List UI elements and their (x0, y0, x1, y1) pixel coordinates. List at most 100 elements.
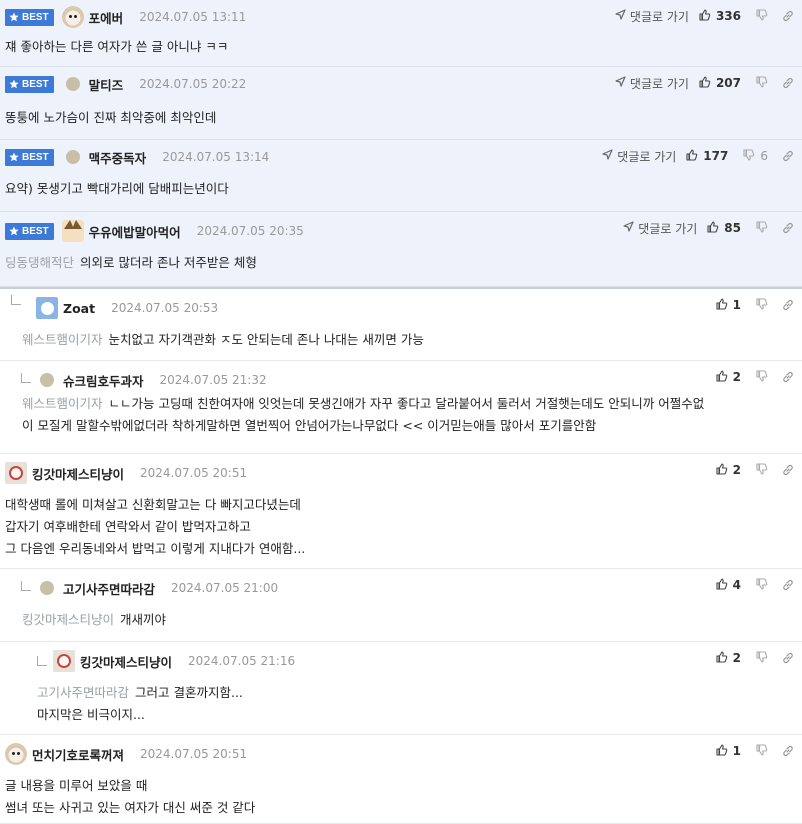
dislike-button[interactable] (751, 650, 768, 666)
dislike-button[interactable] (751, 369, 768, 385)
thumbs-up-icon (699, 8, 716, 24)
link-icon[interactable] (782, 150, 794, 162)
like-button[interactable]: 85 (707, 220, 741, 236)
like-button[interactable]: 2 (716, 650, 741, 666)
like-button[interactable]: 2 (716, 369, 741, 385)
comment-actions: 댓글로 가기 177 6 (602, 146, 794, 166)
like-count: 4 (732, 578, 741, 592)
best-badge: BEST (5, 75, 54, 93)
avatar[interactable] (61, 220, 84, 242)
nickname[interactable]: 말티즈 (89, 75, 124, 94)
dislike-button[interactable]: 6 (738, 148, 768, 164)
thumbs-down-icon (756, 220, 768, 236)
link-icon[interactable] (782, 371, 794, 383)
send-icon (615, 76, 630, 90)
link-icon[interactable] (782, 77, 794, 89)
mention-name[interactable]: 킹갓마제스티냥이 (22, 612, 114, 627)
nickname[interactable]: 슈크림호두과자 (63, 371, 144, 390)
dislike-button[interactable] (751, 8, 768, 24)
go-to-comment-label: 댓글로 가기 (638, 221, 698, 236)
best-badge-label: BEST (22, 225, 49, 237)
go-to-comment-link[interactable]: 댓글로 가기 (623, 220, 697, 237)
comment-date: 2024.07.05 20:51 (140, 747, 248, 761)
like-button[interactable]: 207 (699, 75, 741, 91)
thumbs-up-icon (716, 743, 733, 759)
go-to-comment-link[interactable]: 댓글로 가기 (615, 75, 689, 92)
best-comment: BEST 포에버 2024.07.05 13:11 댓글로 가기 336 쟤 좋아하는 다… (0, 0, 802, 67)
comment-line: 웨스트햄이기자 ㄴㄴ가능 고딩때 친한여자애 잇엇는데 못생긴애가 자꾸 좋다고 … (22, 393, 704, 415)
comment-header: 킹갓마제스티냥이 2024.07.05 20:51 (5, 462, 247, 484)
nickname[interactable]: 포에버 (89, 8, 124, 27)
nickname[interactable]: 고기사주면따라감 (63, 579, 155, 598)
like-count: 336 (715, 9, 741, 23)
best-badge-label: BEST (22, 11, 49, 23)
best-section-divider (0, 287, 802, 289)
best-badge-label: BEST (22, 151, 49, 163)
avatar[interactable] (65, 77, 80, 91)
thumbs-down-icon (756, 297, 768, 313)
comment-text: 글 내용을 미루어 보았을 때 (5, 778, 148, 793)
go-to-comment-link[interactable]: 댓글로 가기 (602, 148, 676, 165)
nickname[interactable]: 킹갓마제스티냥이 (32, 464, 124, 483)
avatar[interactable] (40, 373, 54, 387)
avatar[interactable] (53, 650, 75, 672)
link-icon[interactable] (782, 652, 794, 664)
thumbs-up-icon (686, 148, 703, 164)
dislike-button[interactable] (751, 743, 768, 759)
reply-arrow-icon (21, 373, 31, 383)
mention-name[interactable]: 고기사주면따라감 (37, 685, 129, 700)
link-icon[interactable] (782, 579, 794, 591)
best-comment: BEST 맥주중독자 2024.07.05 13:14 댓글로 가기 177 6 요약) 못… (0, 140, 802, 212)
link-icon[interactable] (782, 464, 794, 476)
reply-arrow-icon (21, 581, 31, 591)
comment-body: 글 내용을 미루어 보았을 때 썸녀 또는 사귀고 있는 여자가 대신 써준 것 … (5, 775, 255, 819)
thumbs-down-icon (756, 577, 768, 593)
comment-text: 대학생때 롤에 미쳐살고 신환회말고는 다 빠지고다녔는데 (5, 497, 301, 512)
reply-comment: 슈크림호두과자 2024.07.05 21:32 2 웨스트햄이기자 ㄴㄴ가능 고딩때 … (0, 361, 802, 454)
dislike-button[interactable] (751, 577, 768, 593)
nickname[interactable]: 킹갓마제스티냥이 (80, 652, 172, 671)
comment-actions: 2 (716, 648, 794, 668)
nickname[interactable]: 맥주중독자 (89, 148, 147, 167)
comment-line: 웨스트햄이기자 눈치없고 자기객관화 ㅈ도 안되는데 존나 나대는 새끼면 가능 (22, 329, 424, 351)
link-icon[interactable] (782, 299, 794, 311)
thumbs-up-icon (716, 369, 733, 385)
nickname[interactable]: 우유에밥말아먹어 (89, 222, 181, 241)
like-button[interactable]: 1 (716, 743, 741, 759)
like-button[interactable]: 177 (686, 148, 728, 164)
comment-text: 쟤 좋아하는 다른 여자가 쓴 글 아니냐 ㅋㅋ (5, 39, 229, 54)
mention-name[interactable]: 웨스트햄이기자 (22, 332, 103, 347)
like-button[interactable]: 336 (699, 8, 741, 24)
comment-text: 눈치없고 자기객관화 ㅈ도 안되는데 존나 나대는 새끼면 가능 (108, 332, 424, 347)
like-button[interactable]: 4 (716, 577, 741, 593)
mention-name[interactable]: 딩동댕해적단 (5, 255, 74, 270)
like-button[interactable]: 2 (716, 462, 741, 478)
avatar[interactable] (5, 743, 27, 765)
like-button[interactable]: 1 (716, 297, 741, 313)
comment-text: 이 모질게 말할수밖에없더라 착하게말하면 열번찍어 안넘어가는나무없다 << … (22, 418, 597, 433)
comment-date: 2024.07.05 20:35 (196, 224, 304, 238)
comment-line: 쟤 좋아하는 다른 여자가 쓴 글 아니냐 ㅋㅋ (5, 36, 228, 58)
best-comment: BEST 우유에밥말아먹어 2024.07.05 20:35 댓글로 가기 85 딩동댕해… (0, 212, 802, 287)
reply-comment: Zoat 2024.07.05 20:53 1 웨스트햄이기자 눈치없고 자기객관화 ㅈ… (0, 289, 802, 361)
dislike-button[interactable] (751, 462, 768, 478)
avatar[interactable] (65, 150, 80, 164)
link-icon[interactable] (782, 222, 794, 234)
thumbs-down-icon (756, 650, 768, 666)
link-icon[interactable] (782, 745, 794, 757)
dislike-button[interactable] (751, 220, 768, 236)
nickname[interactable]: 먼치기호로록꺼져 (32, 745, 124, 764)
avatar[interactable] (61, 6, 84, 28)
nickname[interactable]: Zoat (63, 301, 95, 316)
thumbs-up-icon (707, 220, 724, 236)
go-to-comment-label: 댓글로 가기 (617, 149, 677, 164)
avatar[interactable] (5, 462, 27, 484)
mention-name[interactable]: 웨스트햄이기자 (22, 396, 103, 411)
like-count: 85 (724, 221, 741, 235)
avatar[interactable] (36, 297, 58, 319)
avatar[interactable] (40, 581, 54, 595)
dislike-button[interactable] (751, 297, 768, 313)
dislike-button[interactable] (751, 75, 768, 91)
link-icon[interactable] (782, 10, 794, 22)
go-to-comment-link[interactable]: 댓글로 가기 (615, 8, 689, 25)
